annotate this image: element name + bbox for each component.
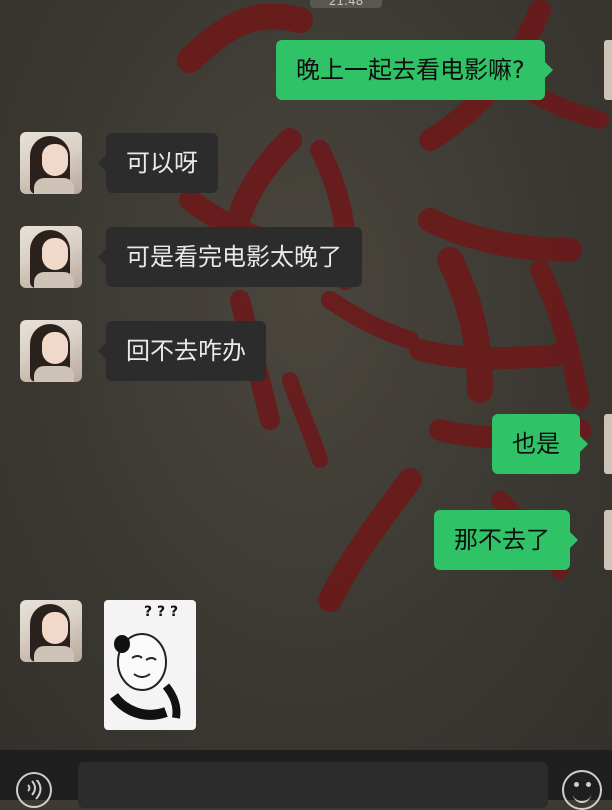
self-avatar[interactable] — [604, 40, 612, 100]
message-bubble-outgoing[interactable]: 晚上一起去看电影嘛? — [276, 40, 553, 100]
contact-avatar[interactable] — [20, 600, 82, 662]
message-bubble-incoming[interactable]: 回不去咋办 — [98, 321, 266, 381]
emoji-icon — [574, 782, 579, 787]
self-avatar[interactable] — [604, 414, 612, 474]
message-input[interactable] — [78, 762, 548, 808]
calligraphy-wallpaper — [177, 0, 609, 612]
contact-avatar[interactable] — [20, 132, 82, 194]
emoji-icon-mouth — [573, 792, 591, 803]
voice-button[interactable] — [16, 772, 52, 808]
message-bubble-incoming[interactable]: 可以呀 — [98, 133, 218, 193]
question-mark: ? ? ? — [144, 604, 179, 620]
panda-confused-sticker[interactable]: ? ? ? — [104, 600, 196, 730]
message-bubble-outgoing[interactable]: 那不去了 — [434, 510, 578, 570]
self-avatar[interactable] — [604, 510, 612, 570]
message-bubble-incoming[interactable]: 可是看完电影太晚了 — [98, 227, 362, 287]
contact-avatar[interactable] — [20, 320, 82, 382]
emoji-button[interactable] — [562, 770, 602, 810]
voice-icon — [27, 780, 42, 800]
emoji-icon-eye — [586, 782, 591, 787]
contact-avatar[interactable] — [20, 226, 82, 288]
message-timestamp: 21:48 — [310, 0, 382, 8]
message-bubble-outgoing[interactable]: 也是 — [492, 414, 588, 474]
